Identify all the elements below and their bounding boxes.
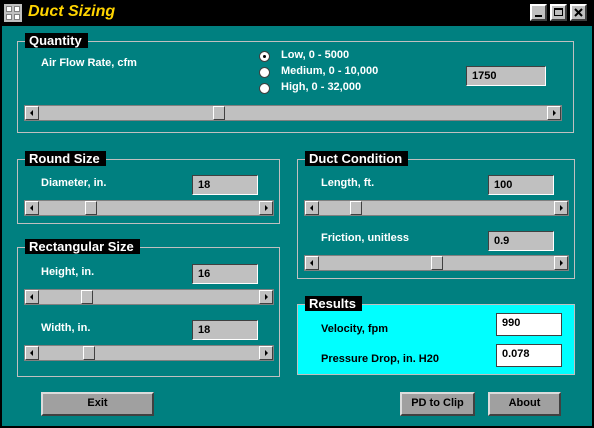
- title-bar: Duct Sizing: [0, 0, 594, 26]
- grid-app-icon[interactable]: [3, 3, 23, 23]
- diameter-field[interactable]: 18: [192, 175, 258, 195]
- radio-high[interactable]: [259, 83, 270, 94]
- slider-thumb[interactable]: [350, 201, 362, 215]
- maximize-button[interactable]: [550, 4, 567, 21]
- air-flow-slider[interactable]: [24, 105, 562, 121]
- length-field[interactable]: 100: [488, 175, 554, 195]
- radio-high-label[interactable]: High, 0 - 32,000: [281, 81, 361, 93]
- friction-slider[interactable]: [304, 255, 569, 271]
- height-label: Height, in.: [41, 266, 95, 278]
- about-button[interactable]: About: [488, 392, 561, 416]
- results-group: Results Velocity, fpm 990 Pressure Drop,…: [297, 296, 575, 375]
- scroll-left-arrow[interactable]: [25, 290, 39, 304]
- scroll-right-arrow[interactable]: [259, 346, 273, 360]
- velocity-label: Velocity, fpm: [321, 323, 389, 335]
- results-title: Results: [305, 296, 362, 311]
- scroll-left-arrow[interactable]: [305, 256, 319, 270]
- rectangular-size-title: Rectangular Size: [25, 239, 140, 254]
- duct-condition-title: Duct Condition: [305, 151, 409, 166]
- scroll-right-arrow[interactable]: [547, 106, 561, 120]
- duct-condition-group: Duct Condition Length, ft. 100 Friction,…: [297, 151, 575, 279]
- radio-medium-label[interactable]: Medium, 0 - 10,000: [281, 65, 378, 77]
- pressure-drop-field: 0.078: [496, 344, 562, 367]
- maximize-icon: [554, 8, 563, 16]
- quantity-title: Quantity: [25, 33, 88, 48]
- scroll-left-arrow[interactable]: [25, 201, 39, 215]
- close-button[interactable]: [570, 4, 587, 21]
- air-flow-field[interactable]: 1750: [466, 66, 546, 86]
- exit-button[interactable]: Exit: [41, 392, 154, 416]
- minimize-icon: [535, 15, 542, 17]
- width-slider[interactable]: [24, 345, 274, 361]
- air-flow-label: Air Flow Rate, cfm: [41, 57, 137, 69]
- slider-thumb[interactable]: [431, 256, 443, 270]
- slider-thumb[interactable]: [83, 346, 95, 360]
- scroll-right-arrow[interactable]: [259, 290, 273, 304]
- quantity-group: Quantity Air Flow Rate, cfm Low, 0 - 500…: [17, 33, 574, 133]
- pd-to-clip-button[interactable]: PD to Clip: [400, 392, 475, 416]
- friction-field[interactable]: 0.9: [488, 231, 554, 251]
- scroll-left-arrow[interactable]: [25, 346, 39, 360]
- close-icon: [574, 8, 583, 17]
- scroll-right-arrow[interactable]: [259, 201, 273, 215]
- client-area: Quantity Air Flow Rate, cfm Low, 0 - 500…: [2, 26, 592, 426]
- minimize-button[interactable]: [530, 4, 547, 21]
- diameter-label: Diameter, in.: [41, 177, 107, 189]
- slider-thumb[interactable]: [213, 106, 225, 120]
- length-label: Length, ft.: [321, 177, 375, 189]
- velocity-field: 990: [496, 313, 562, 336]
- height-field[interactable]: 16: [192, 264, 258, 284]
- friction-label: Friction, unitless: [321, 232, 410, 244]
- length-slider[interactable]: [304, 200, 569, 216]
- round-size-title: Round Size: [25, 151, 106, 166]
- rectangular-size-group: Rectangular Size Height, in. 16 Width, i…: [17, 239, 280, 377]
- scroll-right-arrow[interactable]: [554, 201, 568, 215]
- width-field[interactable]: 18: [192, 320, 258, 340]
- round-size-group: Round Size Diameter, in. 18: [17, 151, 280, 224]
- scroll-right-arrow[interactable]: [554, 256, 568, 270]
- scroll-left-arrow[interactable]: [305, 201, 319, 215]
- radio-low-label[interactable]: Low, 0 - 5000: [281, 49, 349, 61]
- pressure-drop-label: Pressure Drop, in. H20: [321, 353, 439, 365]
- height-slider[interactable]: [24, 289, 274, 305]
- width-label: Width, in.: [41, 322, 91, 334]
- duct-sizing-window: Duct Sizing Quantity Air Flow Rate, cfm …: [0, 0, 594, 428]
- scroll-left-arrow[interactable]: [25, 106, 39, 120]
- radio-low[interactable]: [259, 51, 270, 62]
- window-title: Duct Sizing: [28, 3, 116, 20]
- slider-thumb[interactable]: [81, 290, 93, 304]
- diameter-slider[interactable]: [24, 200, 274, 216]
- slider-thumb[interactable]: [85, 201, 97, 215]
- radio-medium[interactable]: [259, 67, 270, 78]
